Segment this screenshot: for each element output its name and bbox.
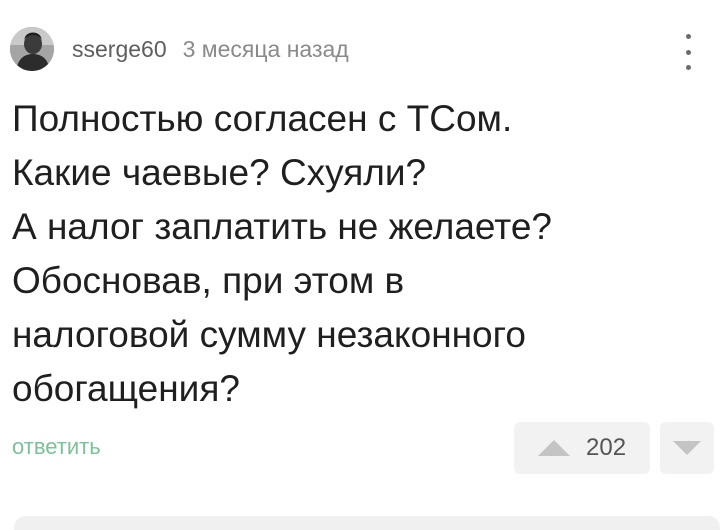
more-options-button[interactable] <box>676 32 700 72</box>
comment-body-line: налоговой сумму незаконного <box>12 314 526 355</box>
comment-body-line: Какие чаевые? Схуяли? <box>12 152 427 193</box>
triangle-down-icon <box>673 441 701 455</box>
next-comment-card <box>14 516 720 530</box>
comment-body: Полностью согласен с ТСом. Какие чаевые?… <box>12 92 692 416</box>
timestamp: 3 месяца назад <box>182 35 349 62</box>
reply-button[interactable]: ответить <box>12 434 101 460</box>
user-avatar-icon <box>10 27 54 71</box>
comment-body-line: обогащения? <box>12 368 240 409</box>
comment-body-line: Обосновав, при этом в <box>12 260 405 301</box>
downvote-button[interactable] <box>660 422 714 474</box>
comment-header: sserge60 3 месяца назад <box>10 26 349 72</box>
upvote-button[interactable]: 202 <box>514 422 650 474</box>
comment-card: sserge60 3 месяца назад Полностью соглас… <box>0 0 720 530</box>
comment-body-line: Полностью согласен с ТСом. <box>12 98 513 139</box>
comment-body-line: А налог заплатить не желаете? <box>12 206 552 247</box>
more-vertical-icon <box>685 34 691 39</box>
rating-count: 202 <box>586 434 627 461</box>
more-vertical-icon <box>685 49 691 55</box>
more-vertical-icon <box>685 65 691 70</box>
username[interactable]: sserge60 <box>72 36 167 63</box>
triangle-up-icon <box>538 440 570 456</box>
avatar[interactable] <box>10 27 54 71</box>
